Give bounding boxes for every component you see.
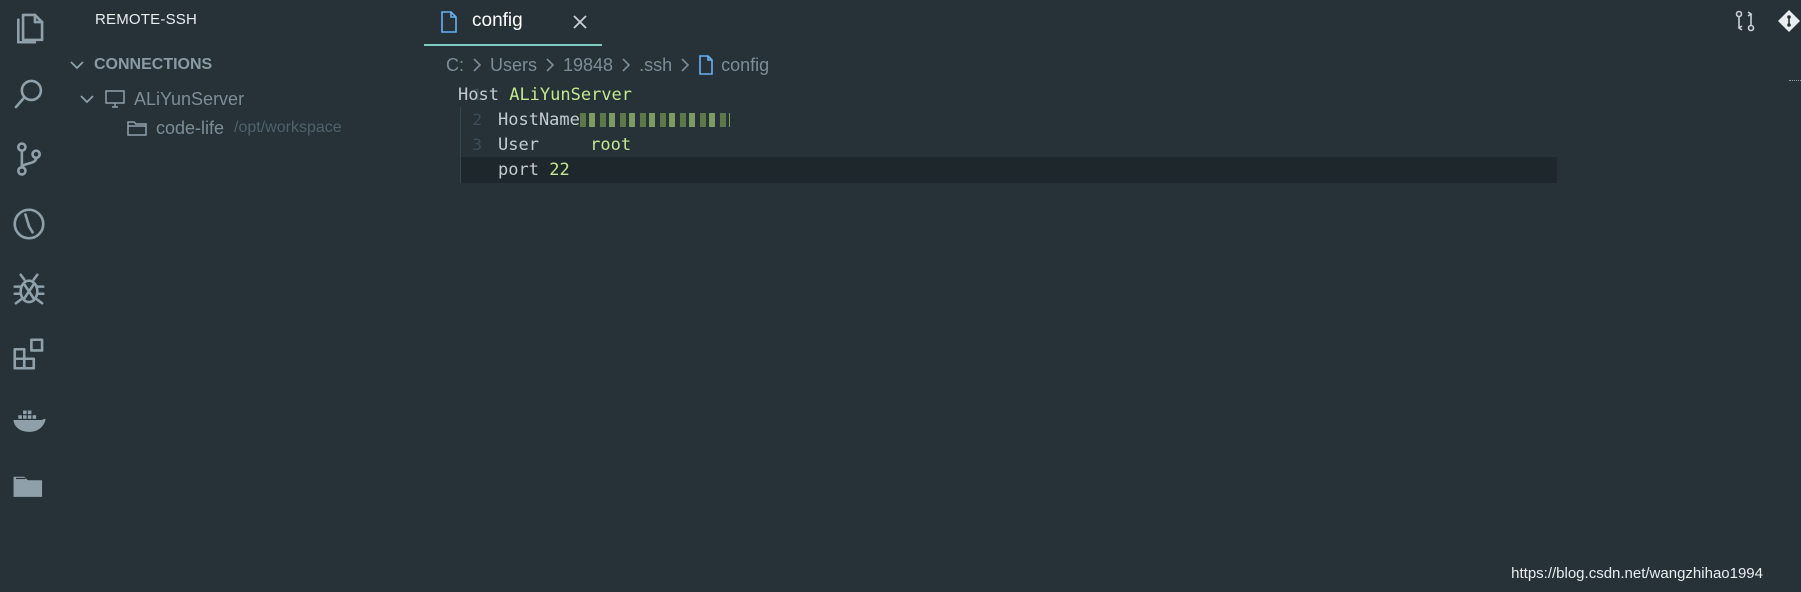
breadcrumb-item[interactable]: .ssh bbox=[639, 55, 672, 76]
indent-guide bbox=[460, 107, 461, 133]
code-key: HostName bbox=[498, 110, 580, 130]
breadcrumb-item[interactable]: Users bbox=[490, 55, 537, 76]
server-label: ALiYunServer bbox=[134, 88, 245, 109]
chevron-right-icon bbox=[546, 58, 555, 72]
chevron-right-icon bbox=[473, 58, 482, 72]
breadcrumb-item[interactable]: C: bbox=[446, 55, 464, 76]
breadcrumb-item[interactable]: 19848 bbox=[563, 55, 613, 76]
folder-icon bbox=[127, 121, 147, 136]
close-icon[interactable] bbox=[572, 14, 588, 30]
sidebar: REMOTE-SSH CONNECTIONS ALiYunServer code… bbox=[58, 0, 424, 592]
watermark: https://blog.csdn.net/wangzhihao1994 bbox=[1511, 565, 1763, 582]
code-line[interactable]: 3 User root bbox=[424, 132, 1787, 158]
chevron-down-icon bbox=[80, 95, 94, 104]
indent-guide bbox=[460, 132, 461, 158]
tab-label: config bbox=[472, 10, 523, 31]
code-text: HostName bbox=[498, 107, 730, 133]
file-icon bbox=[441, 11, 457, 33]
breadcrumb: C: Users 19848 .ssh config bbox=[446, 52, 769, 78]
code-line-current[interactable]: 4 port 22 bbox=[424, 157, 1787, 183]
vscode-window: REMOTE-SSH CONNECTIONS ALiYunServer code… bbox=[0, 0, 1801, 592]
server-item[interactable]: ALiYunServer bbox=[78, 85, 244, 113]
folder-item[interactable]: code-life /opt/workspace bbox=[126, 114, 342, 142]
section-label: CONNECTIONS bbox=[94, 56, 213, 73]
code-value: 22 bbox=[549, 160, 570, 180]
monitor-icon bbox=[105, 90, 125, 108]
sidebar-title: REMOTE-SSH bbox=[95, 11, 198, 28]
editor-area: config C: Users 19848 .ssh config 1 Host… bbox=[424, 0, 1801, 592]
tab-config[interactable]: config bbox=[424, 0, 602, 46]
docker-icon[interactable] bbox=[9, 400, 49, 440]
chevron-down-icon bbox=[70, 61, 84, 70]
code-line[interactable]: 1 Host ALiYunServer bbox=[424, 82, 1787, 108]
current-line-highlight bbox=[460, 157, 1557, 183]
folder-name: code-life bbox=[156, 117, 225, 138]
remote-explorer-icon[interactable] bbox=[9, 465, 49, 505]
folder-path: /opt/workspace bbox=[234, 119, 342, 136]
search-icon[interactable] bbox=[9, 74, 49, 114]
code-value: root bbox=[590, 135, 632, 155]
git-diamond-icon[interactable] bbox=[1777, 9, 1801, 33]
code-key: User bbox=[498, 135, 539, 155]
indent-guide bbox=[460, 157, 461, 183]
breadcrumb-item[interactable]: config bbox=[721, 55, 769, 76]
extensions-icon[interactable] bbox=[9, 334, 49, 374]
code-text: Host ALiYunServer bbox=[458, 82, 632, 108]
code-text: port 22 bbox=[498, 157, 570, 183]
debug-icon[interactable] bbox=[9, 269, 49, 309]
code-key: Host bbox=[458, 85, 499, 105]
code-line[interactable]: 2 HostName bbox=[424, 107, 1787, 133]
line-number: 2 bbox=[472, 110, 482, 129]
minimap[interactable] bbox=[1789, 80, 1801, 84]
line-number: 3 bbox=[472, 135, 482, 154]
masked-hostname bbox=[579, 113, 730, 127]
file-icon bbox=[699, 55, 713, 75]
connections-section-header[interactable]: CONNECTIONS bbox=[68, 52, 212, 78]
code-value: ALiYunServer bbox=[509, 85, 633, 105]
code-key: port bbox=[498, 160, 539, 180]
activity-bar bbox=[0, 0, 58, 592]
code-text: User root bbox=[498, 132, 631, 158]
timeline-icon[interactable] bbox=[9, 204, 49, 244]
chevron-right-icon bbox=[681, 58, 690, 72]
explorer-icon[interactable] bbox=[9, 8, 49, 48]
source-control-icon[interactable] bbox=[9, 139, 49, 179]
open-changes-icon[interactable] bbox=[1733, 9, 1757, 33]
chevron-right-icon bbox=[622, 58, 631, 72]
